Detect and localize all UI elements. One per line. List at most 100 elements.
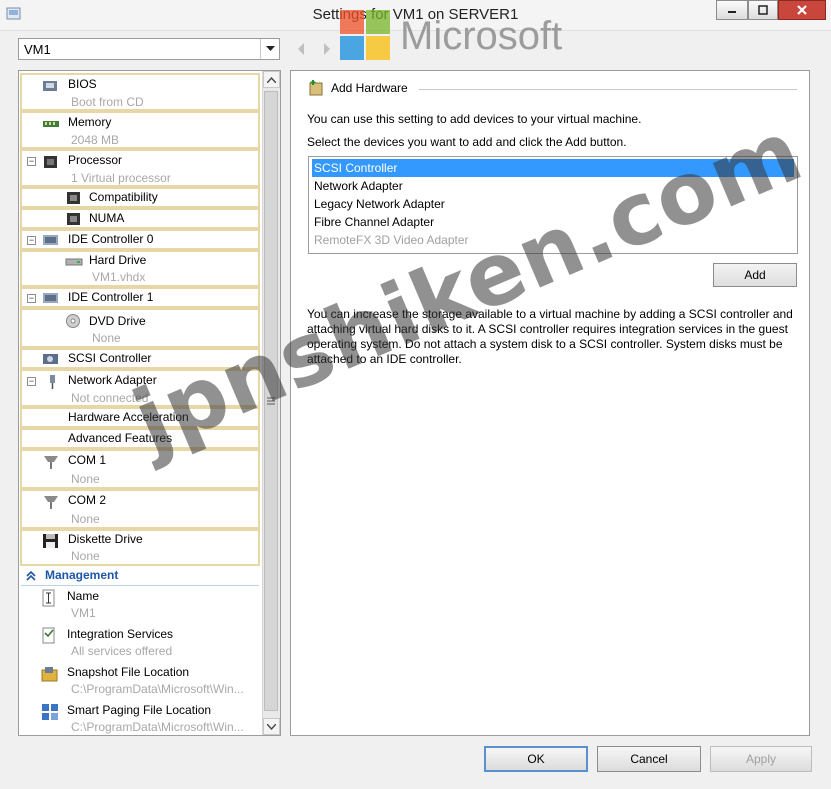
tree-item-subtext: None [71, 512, 100, 526]
scsi-info-text: You can increase the storage available t… [307, 307, 793, 366]
minimize-button[interactable] [716, 0, 748, 20]
tree-item-ide-controller-0[interactable]: − IDE Controller 0 [20, 229, 260, 250]
tree-item-compatibility[interactable]: Compatibility [20, 187, 260, 208]
tree-item-bios[interactable]: BIOS Boot from CD [20, 73, 260, 111]
tree-item-advanced-features[interactable]: Advanced Features [20, 428, 260, 449]
management-header-label: Management [45, 568, 119, 582]
scroll-down-button[interactable] [263, 718, 280, 735]
memory-icon [43, 121, 59, 127]
tree-item-subtext: VM1 [71, 606, 96, 620]
tree-item-com1[interactable]: COM 1 None [20, 449, 260, 489]
tree-item-numa[interactable]: NUMA [20, 208, 260, 229]
snapshot-icon [41, 667, 58, 682]
chevron-down-icon[interactable] [260, 39, 279, 59]
back-arrow-icon [298, 43, 304, 55]
navigation-arrows [298, 43, 330, 55]
tree-item-subtext: None [92, 331, 121, 345]
tree-item-memory[interactable]: Memory 2048 MB [20, 111, 260, 149]
collapse-icon[interactable]: − [27, 294, 36, 303]
com-port-icon [44, 456, 58, 469]
section-title: Add Hardware [331, 81, 408, 95]
grip-icon [267, 397, 275, 405]
tree-item-subtext: All services offered [71, 644, 173, 658]
tree-item-subtext: None [71, 549, 100, 563]
tree-item-label: COM 2 [68, 493, 107, 507]
ide-controller-icon [43, 235, 58, 245]
hard-drive-icon [65, 258, 83, 266]
tree-item-label: Integration Services [67, 627, 174, 641]
instruction-text: Select the devices you want to add and c… [307, 135, 627, 149]
maximize-button[interactable] [748, 0, 778, 20]
vm-selector-value: VM1 [24, 42, 51, 57]
tree-item-label: SCSI Controller [68, 351, 152, 365]
scroll-up-button[interactable] [263, 71, 280, 88]
device-option-scsi-controller[interactable]: SCSI Controller [312, 159, 794, 177]
tree-item-label: Memory [68, 115, 112, 129]
device-option-legacy-network-adapter[interactable]: Legacy Network Adapter [312, 195, 794, 213]
device-option-remotefx-adapter: RemoteFX 3D Video Adapter [314, 233, 469, 247]
ok-button[interactable]: OK [484, 746, 588, 772]
tree-item-label: BIOS [68, 77, 97, 91]
tree-item-com2[interactable]: COM 2 None [20, 489, 260, 529]
vm-selector[interactable]: VM1 [18, 38, 280, 60]
tree-item-label: Name [67, 589, 100, 603]
tree-item-label: Processor [68, 153, 123, 167]
tree-item-label: Advanced Features [68, 431, 173, 445]
tree-item-label: DVD Drive [89, 314, 146, 328]
bios-icon [43, 81, 57, 91]
tree-item-label: Compatibility [89, 190, 158, 204]
tree-item-integration-services[interactable]: Integration Services All services offere… [21, 627, 261, 663]
chevron-down-icon [267, 723, 276, 730]
tree-item-name[interactable]: Name VM1 [21, 589, 261, 625]
tree-item-diskette-drive[interactable]: Diskette Drive None [20, 529, 260, 566]
chip-icon [67, 192, 80, 204]
tree-item-subtext: C:\ProgramData\Microsoft\Win... [71, 682, 244, 696]
management-section-header[interactable]: Management [21, 568, 259, 586]
tree-item-hardware-acceleration[interactable]: Hardware Acceleration [20, 407, 260, 428]
tree-item-scsi-controller[interactable]: SCSI Controller [20, 348, 260, 369]
device-option-network-adapter[interactable]: Network Adapter [312, 177, 794, 195]
scroll-thumb[interactable] [264, 91, 278, 711]
tree-item-label: Snapshot File Location [67, 665, 190, 679]
apply-button[interactable]: Apply [710, 746, 812, 772]
device-listbox[interactable]: SCSI Controller Network Adapter Legacy N… [308, 156, 798, 254]
tree-item-label: IDE Controller 0 [68, 232, 154, 246]
processor-icon [44, 156, 57, 168]
tree-item-network-adapter[interactable]: − Network Adapter Not connected [20, 369, 260, 407]
tree-item-smart-paging-file-location[interactable]: Smart Paging File Location C:\ProgramDat… [21, 703, 261, 735]
tree-item-label: Smart Paging File Location [67, 703, 212, 717]
close-button[interactable] [778, 0, 826, 20]
integration-services-icon [42, 627, 55, 644]
chevron-up-icon [267, 76, 276, 83]
com-port-icon [44, 496, 58, 509]
collapse-section-icon[interactable] [26, 571, 36, 581]
tree-item-subtext: 1 Virtual processor [71, 171, 171, 185]
tree-item-label: COM 1 [68, 453, 107, 467]
tree-item-label: NUMA [89, 211, 125, 225]
name-icon [42, 589, 55, 607]
tree-item-label: Hardware Acceleration [68, 410, 189, 424]
hardware-list: BIOS Boot from CD Memory 2048 MB − Proce… [19, 71, 263, 735]
collapse-icon[interactable]: − [27, 377, 36, 386]
collapse-icon[interactable]: − [27, 236, 36, 245]
microsoft-watermark-text: Microsoft [400, 14, 563, 58]
tree-item-hard-drive[interactable]: Hard Drive VM1.vhdx [20, 250, 260, 287]
tree-scrollbar[interactable] [262, 71, 280, 735]
tree-item-label: Network Adapter [68, 373, 157, 387]
tree-item-processor[interactable]: − Processor 1 Virtual processor [20, 149, 260, 187]
device-option-fibre-channel-adapter[interactable]: Fibre Channel Adapter [312, 213, 794, 231]
tree-item-label: Diskette Drive [68, 532, 143, 546]
cancel-button[interactable]: Cancel [597, 746, 701, 772]
collapse-icon[interactable]: − [27, 157, 36, 166]
dvd-icon [66, 314, 80, 328]
scsi-icon [43, 354, 58, 364]
tree-item-subtext: Not connected [71, 391, 149, 405]
tree-item-ide-controller-1[interactable]: − IDE Controller 1 [20, 287, 260, 308]
forward-arrow-icon [324, 43, 330, 55]
add-button[interactable]: Add [713, 263, 797, 287]
tree-item-dvd-drive[interactable]: DVD Drive None [20, 308, 260, 348]
settings-tree[interactable]: BIOS Boot from CD Memory 2048 MB − Proce… [18, 70, 281, 736]
tree-item-subtext: VM1.vhdx [92, 270, 146, 284]
tree-item-snapshot-file-location[interactable]: Snapshot File Location C:\ProgramData\Mi… [21, 665, 261, 701]
tree-item-subtext: Boot from CD [71, 95, 144, 109]
